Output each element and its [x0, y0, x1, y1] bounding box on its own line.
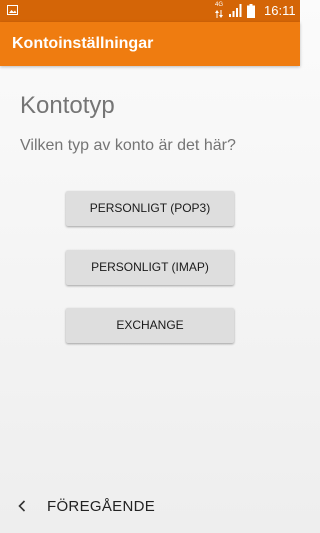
previous-button[interactable]: FÖREGÅENDE: [12, 486, 156, 526]
account-type-question: Vilken typ av konto är det här?: [20, 137, 236, 154]
data-arrows-icon: [215, 10, 223, 18]
battery-icon: [247, 4, 255, 18]
app-bar: Kontoinställningar: [0, 22, 300, 66]
exchange-button[interactable]: EXCHANGE: [66, 308, 234, 343]
previous-button-label: FÖREGÅENDE: [47, 498, 156, 515]
image-notification-icon: [7, 5, 18, 15]
network-type-label: 4G: [215, 2, 224, 8]
signal-icon: [229, 4, 242, 17]
status-bar: 4G 16:11: [0, 0, 300, 22]
chevron-left-icon: [18, 500, 26, 512]
personal-pop3-button[interactable]: PERSONLIGT (POP3): [66, 191, 234, 226]
bottom-nav: FÖREGÅENDE: [0, 486, 300, 526]
personal-imap-button[interactable]: PERSONLIGT (IMAP): [66, 250, 234, 285]
page-heading: Kontotyp: [20, 92, 115, 119]
app-bar-title: Kontoinställningar: [12, 35, 154, 52]
status-clock: 16:11: [264, 3, 296, 18]
